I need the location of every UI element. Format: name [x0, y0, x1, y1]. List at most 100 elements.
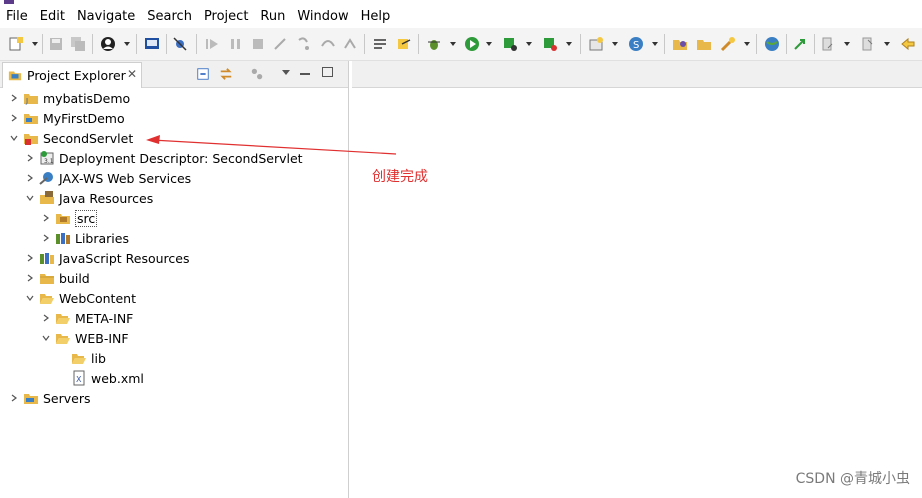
back-icon[interactable] [900, 36, 916, 52]
debug-dropdown-icon[interactable] [450, 42, 456, 46]
server-project-icon [24, 394, 38, 404]
tree-item-label: WebContent [59, 290, 136, 306]
expand-arrow-icon[interactable] [8, 88, 20, 108]
menu-edit[interactable]: Edit [34, 6, 71, 28]
menu-run[interactable]: Run [254, 6, 291, 28]
tree-item-servers[interactable]: Servers [8, 388, 91, 408]
tree-item-web-inf[interactable]: WEB-INF [40, 328, 129, 348]
expand-arrow-icon[interactable] [8, 388, 20, 408]
search-dropdown-icon[interactable] [744, 42, 750, 46]
user-dropdown-icon[interactable] [124, 42, 130, 46]
tree-item-src[interactable]: src [40, 208, 98, 228]
toolbar-separator [166, 34, 167, 54]
external-tools-icon[interactable] [542, 36, 558, 52]
tree-item-label: Servers [43, 390, 91, 406]
tree-item-mybatisdemo[interactable]: J mybatisDemo [8, 88, 130, 108]
tree-item-secondservlet[interactable]: SecondServlet [8, 128, 133, 148]
tree-item-web-xml[interactable]: X web.xml [56, 368, 144, 388]
menu-navigate[interactable]: Navigate [71, 6, 141, 28]
tree-item-label: mybatisDemo [43, 90, 131, 106]
link-with-editor-icon[interactable] [218, 67, 234, 81]
project-explorer-header: Project Explorer ✕ [0, 61, 348, 88]
launch-icon[interactable] [792, 36, 808, 52]
new-server-icon[interactable] [588, 36, 604, 52]
terminate-icon[interactable] [250, 36, 266, 52]
menu-window[interactable]: Window [291, 6, 354, 28]
menu-search[interactable]: Search [141, 6, 198, 28]
resume-icon[interactable] [204, 36, 220, 52]
expand-arrow-icon[interactable] [40, 308, 52, 328]
expand-arrow-icon[interactable] [40, 208, 52, 228]
expand-arrow-icon[interactable] [24, 248, 36, 268]
editor-area[interactable] [352, 61, 922, 498]
project-explorer-panel: Project Explorer ✕ J mybatisDemo MyFirst… [0, 61, 349, 498]
collapse-all-icon[interactable] [196, 67, 210, 81]
new-server-dropdown-icon[interactable] [612, 42, 618, 46]
collapse-arrow-icon[interactable] [40, 328, 52, 348]
filter-icon[interactable] [250, 67, 264, 81]
next-annotation-icon[interactable] [820, 36, 836, 52]
tree-item-javascript-resources[interactable]: JavaScript Resources [24, 248, 189, 268]
search-tool-icon[interactable] [720, 36, 736, 52]
tree-item-java-resources[interactable]: Java Resources [24, 188, 153, 208]
tree-item-webcontent[interactable]: WebContent [24, 288, 136, 308]
new-dropdown-icon[interactable] [32, 42, 38, 46]
collapse-arrow-icon[interactable] [24, 288, 36, 308]
save-all-icon[interactable] [70, 36, 86, 52]
menu-project[interactable]: Project [198, 6, 254, 28]
skip-breakpoints-icon[interactable] [172, 36, 188, 52]
menu-file[interactable]: File [0, 6, 34, 28]
run-icon[interactable] [464, 36, 480, 52]
open-type-icon[interactable] [672, 36, 688, 52]
external-tools-dropdown-icon[interactable] [566, 42, 572, 46]
tree-item-libraries[interactable]: Libraries [40, 228, 129, 248]
menu-help[interactable]: Help [355, 6, 397, 28]
tree-item-jaxws[interactable]: JAX-WS Web Services [24, 168, 191, 188]
step-into-icon[interactable] [296, 36, 312, 52]
step-over-icon[interactable] [320, 36, 336, 52]
prev-annotation-icon[interactable] [860, 36, 876, 52]
folder-open-icon [56, 334, 70, 344]
user-icon[interactable] [100, 36, 116, 52]
globe-icon[interactable] [764, 36, 780, 52]
tree-item-lib[interactable]: lib [56, 348, 106, 368]
collapse-arrow-icon[interactable] [8, 128, 20, 148]
suspend-icon[interactable] [228, 36, 244, 52]
console-icon[interactable] [144, 36, 160, 52]
expand-arrow-icon[interactable] [8, 108, 20, 128]
project-explorer-tab[interactable]: Project Explorer ✕ [2, 62, 142, 88]
debug-icon[interactable] [426, 36, 442, 52]
new-class-icon[interactable]: S [628, 36, 644, 52]
save-icon[interactable] [48, 36, 64, 52]
run-server-dropdown-icon[interactable] [526, 42, 532, 46]
view-menu-icon[interactable] [282, 70, 290, 75]
open-task-icon[interactable] [396, 36, 412, 52]
expand-arrow-icon[interactable] [24, 268, 36, 288]
folder-icon [56, 314, 70, 324]
close-icon[interactable]: ✕ [127, 67, 137, 81]
prev-annotation-dropdown-icon[interactable] [884, 42, 890, 46]
toolbar-separator [786, 34, 787, 54]
tree-item-myfirstdemo[interactable]: MyFirstDemo [8, 108, 125, 128]
task-list-icon[interactable] [372, 36, 388, 52]
expand-arrow-icon[interactable] [24, 168, 36, 188]
minimize-icon[interactable] [300, 73, 310, 75]
new-class-dropdown-icon[interactable] [652, 42, 658, 46]
tree-item-label: JAX-WS Web Services [59, 170, 192, 186]
disconnect-icon[interactable] [272, 36, 288, 52]
maximize-icon[interactable] [322, 67, 333, 77]
tree-item-build[interactable]: build [24, 268, 90, 288]
run-server-icon[interactable] [502, 36, 518, 52]
expand-arrow-icon[interactable] [40, 228, 52, 248]
tree-item-meta-inf[interactable]: META-INF [40, 308, 133, 328]
new-file-icon[interactable] [8, 36, 24, 52]
expand-arrow-icon[interactable] [24, 148, 36, 168]
step-return-icon[interactable] [342, 36, 358, 52]
open-resource-icon[interactable] [696, 36, 712, 52]
tree-item-label: MyFirstDemo [43, 110, 125, 126]
watermark: CSDN @青城小虫 [795, 471, 910, 487]
run-dropdown-icon[interactable] [486, 42, 492, 46]
folder-icon [40, 274, 54, 284]
collapse-arrow-icon[interactable] [24, 188, 36, 208]
next-annotation-dropdown-icon[interactable] [844, 42, 850, 46]
